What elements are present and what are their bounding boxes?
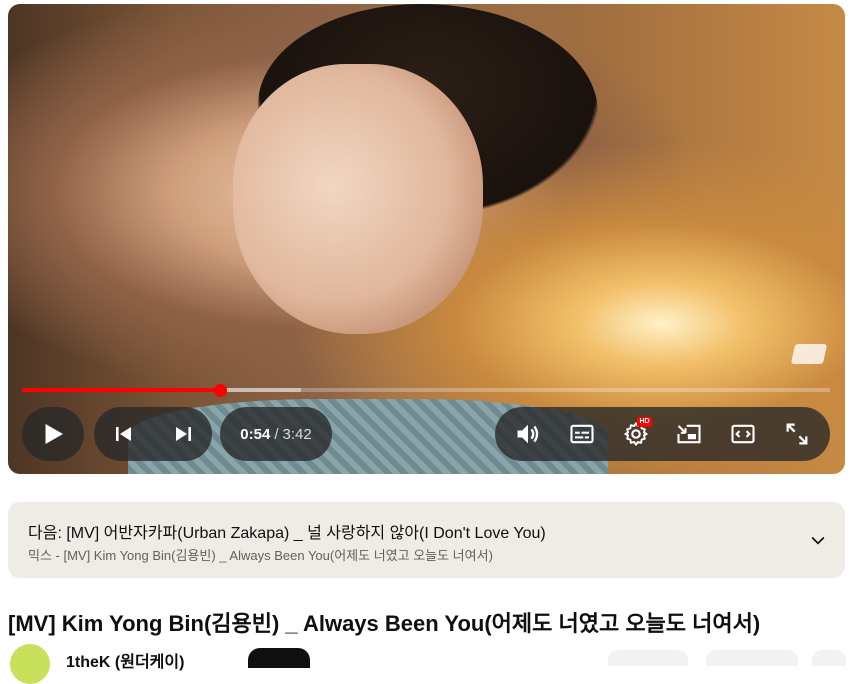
progress-played bbox=[22, 388, 220, 392]
volume-icon bbox=[517, 424, 539, 444]
more-actions-button[interactable] bbox=[812, 650, 846, 666]
settings-button[interactable]: HD bbox=[614, 412, 658, 456]
play-button[interactable] bbox=[22, 407, 84, 461]
channel-watermark-icon[interactable] bbox=[790, 344, 828, 364]
share-button[interactable] bbox=[706, 650, 798, 666]
play-icon bbox=[45, 424, 63, 444]
theater-mode-icon bbox=[731, 424, 755, 444]
current-time: 0:54 bbox=[240, 425, 271, 443]
skip-previous-icon bbox=[115, 427, 131, 441]
chevron-down-icon bbox=[811, 536, 825, 545]
subscribe-button[interactable] bbox=[248, 648, 310, 668]
next-button[interactable] bbox=[153, 407, 212, 461]
duration: 3:42 bbox=[282, 425, 312, 443]
subtitles-icon bbox=[570, 424, 594, 444]
like-dislike-button[interactable] bbox=[608, 650, 688, 666]
skip-next-icon bbox=[175, 427, 191, 441]
subtitles-button[interactable] bbox=[560, 412, 604, 456]
channel-avatar[interactable] bbox=[10, 644, 50, 684]
expand-up-next-button[interactable] bbox=[805, 527, 831, 553]
video-player[interactable]: 0:54 / 3:42 HD bbox=[8, 4, 845, 474]
hd-badge: HD bbox=[637, 417, 652, 427]
video-title: [MV] Kim Yong Bin(김용빈) _ Always Been You… bbox=[8, 611, 761, 636]
right-controls: HD bbox=[495, 407, 830, 461]
up-next-panel[interactable]: 다음: [MV] 어반자카파(Urban Zakapa) _ 널 사랑하지 않아… bbox=[8, 502, 845, 578]
time-display: 0:54 / 3:42 bbox=[220, 407, 332, 461]
fullscreen-button[interactable] bbox=[775, 412, 819, 456]
time-separator: / bbox=[274, 425, 279, 443]
fullscreen-icon bbox=[786, 423, 808, 445]
video-frame-face bbox=[233, 64, 483, 334]
progress-bar[interactable] bbox=[22, 384, 830, 397]
up-next-title[interactable]: 다음: [MV] 어반자카파(Urban Zakapa) _ 널 사랑하지 않아… bbox=[28, 519, 546, 543]
channel-name[interactable]: 1theK (원더케이) bbox=[66, 648, 184, 672]
previous-button[interactable] bbox=[94, 407, 153, 461]
miniplayer-button[interactable] bbox=[667, 412, 711, 456]
up-next-playlist: 믹스 - [MV] Kim Yong Bin(김용빈) _ Always Bee… bbox=[28, 548, 493, 563]
volume-button[interactable] bbox=[506, 412, 550, 456]
skip-controls bbox=[94, 407, 212, 461]
progress-scrubber[interactable] bbox=[213, 384, 227, 397]
theater-mode-button[interactable] bbox=[721, 412, 765, 456]
miniplayer-icon bbox=[677, 424, 701, 444]
